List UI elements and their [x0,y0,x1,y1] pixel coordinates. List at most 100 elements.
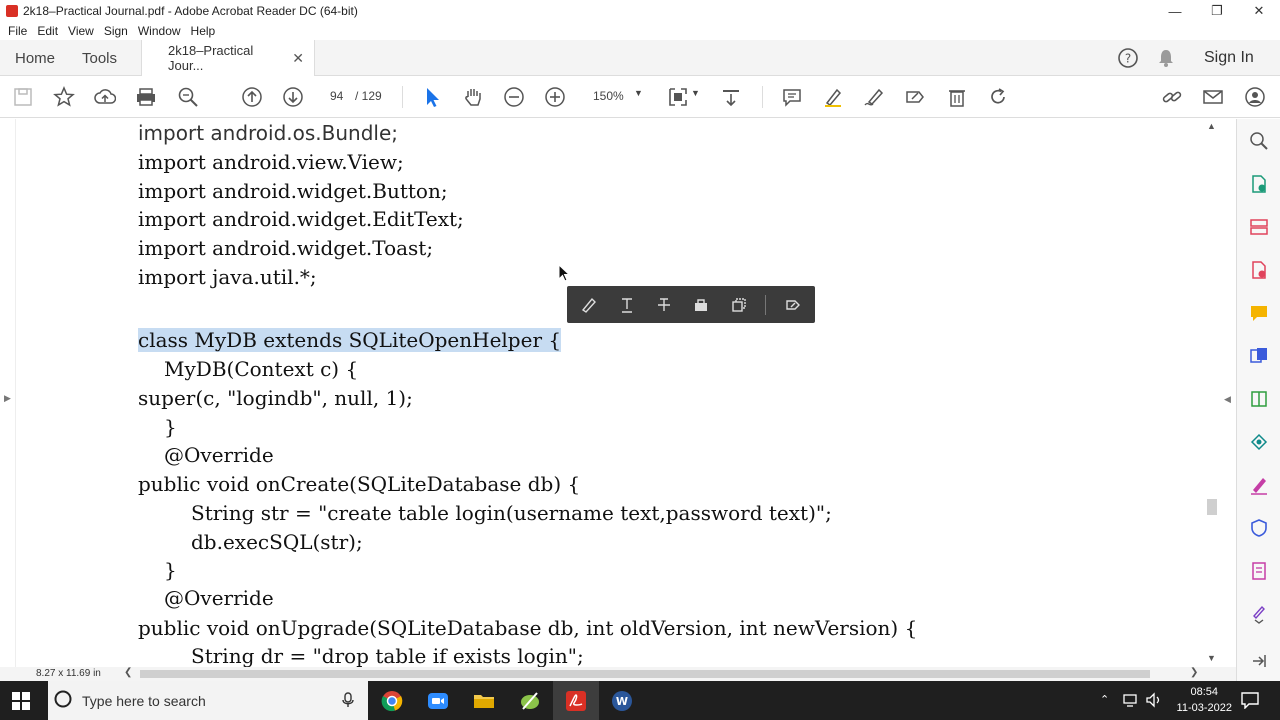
highlight-pen-icon[interactable] [821,85,845,109]
left-panel-toggle-icon[interactable]: ▶ [4,393,11,404]
system-clock[interactable]: 08:54 11-03-2022 [1177,684,1232,716]
svg-text:?: ? [1125,52,1131,66]
bookmark-star-icon[interactable] [52,85,76,109]
underline-text-icon[interactable] [616,294,638,316]
tab-bar: Home Tools 2k18–Practical Jour... ✕ ? Si… [0,40,1280,76]
tray-chevron-up-icon[interactable]: ⌃ [1100,693,1109,706]
acrobat-app-icon [6,5,18,17]
mouse-cursor-icon [558,263,571,287]
vertical-scrollbar[interactable]: ▲ ▼ [1203,119,1220,667]
scroll-up-icon[interactable]: ▲ [1207,121,1216,131]
strikethrough-text-icon[interactable] [653,294,675,316]
notifications-icon[interactable] [1240,691,1260,714]
more-tools-icon[interactable] [782,294,804,316]
page-fit-icon[interactable] [666,85,690,109]
code-line: } [164,415,177,439]
tab-home[interactable]: Home [15,40,55,76]
selected-code-line[interactable]: class MyDB extends SQLiteOpenHelper { [138,328,562,352]
scroll-right-icon[interactable]: ❯ [1190,667,1198,678]
upload-cloud-icon[interactable] [93,85,117,109]
more-tools-panel-icon[interactable] [1247,559,1271,583]
scroll-left-icon[interactable]: ❮ [124,667,132,678]
customize-pen-icon[interactable] [1247,602,1271,626]
sign-pen-icon[interactable] [862,85,886,109]
sign-in-button[interactable]: Sign In [1204,40,1254,76]
organize-pages-icon[interactable] [1247,215,1271,239]
zoom-in-icon[interactable] [543,85,567,109]
zoom-app-icon[interactable] [415,681,461,720]
restore-button[interactable]: ❐ [1196,0,1238,22]
microphone-icon[interactable] [342,692,354,711]
rotate-icon[interactable] [986,85,1010,109]
comment-icon[interactable] [780,85,804,109]
delete-icon[interactable] [945,85,969,109]
vertical-scroll-thumb[interactable] [1207,499,1217,515]
right-panel-toggle-icon[interactable]: ◀ [1224,394,1231,405]
toolbar-divider [762,86,763,108]
redact-text-icon[interactable] [690,294,712,316]
windows-start-icon[interactable] [12,692,30,715]
create-pdf-icon[interactable] [1247,258,1271,282]
help-icon[interactable]: ? [1117,40,1139,76]
collapse-panel-icon[interactable] [1247,649,1271,673]
fill-sign-panel-icon[interactable] [1247,473,1271,497]
export-pdf-icon[interactable] [1247,172,1271,196]
document-view[interactable]: import android.os.Bundle; import android… [16,119,1220,667]
tab-document[interactable]: 2k18–Practical Jour... ✕ [141,40,315,76]
share-user-icon[interactable] [1243,85,1267,109]
zoom-out-icon[interactable] [502,85,526,109]
file-explorer-icon[interactable] [461,681,507,720]
acrobat-taskbar-icon[interactable] [553,681,599,720]
hand-tool-icon[interactable] [461,85,485,109]
select-cursor-icon[interactable] [420,85,444,109]
right-tools-panel [1236,119,1280,681]
word-app-icon[interactable]: W [599,681,645,720]
menu-view[interactable]: View [68,24,94,38]
menu-window[interactable]: Window [138,24,181,38]
close-window-button[interactable]: ✕ [1238,0,1280,22]
minimize-button[interactable]: — [1154,0,1196,22]
comment-panel-icon[interactable] [1247,301,1271,325]
bell-icon[interactable] [1157,40,1175,76]
save-icon[interactable] [11,85,35,109]
left-panel-edge: ▶ [0,119,16,667]
combine-files-icon[interactable] [1247,344,1271,368]
fit-chevron-down-icon[interactable]: ▼ [691,88,700,98]
share-link-icon[interactable] [1160,85,1184,109]
search-zoom-icon[interactable] [176,85,200,109]
code-line: public void onUpgrade(SQLiteDatabase db,… [138,616,918,640]
zoom-chevron-down-icon[interactable]: ▼ [634,88,643,98]
taskbar-search-box[interactable]: Type here to search [48,681,368,720]
chrome-app-icon[interactable] [369,681,415,720]
close-tab-icon[interactable]: ✕ [292,50,304,67]
menu-edit[interactable]: Edit [37,24,58,38]
menu-file[interactable]: File [8,24,27,38]
paint-app-icon[interactable] [507,681,553,720]
menu-sign[interactable]: Sign [104,24,128,38]
volume-icon[interactable] [1145,692,1163,713]
print-icon[interactable] [134,85,158,109]
menu-help[interactable]: Help [191,24,216,38]
cortana-circle-icon [54,690,72,711]
protect-shield-icon[interactable] [1247,516,1271,540]
previous-page-icon[interactable] [240,85,264,109]
network-icon[interactable] [1122,692,1140,713]
horizontal-scroll-thumb[interactable] [140,670,1150,678]
next-page-icon[interactable] [281,85,305,109]
copy-text-icon[interactable] [728,294,750,316]
svg-text:W: W [616,695,628,708]
mail-icon[interactable] [1201,85,1225,109]
selection-context-toolbar [567,286,815,323]
send-review-icon[interactable] [1247,430,1271,454]
page-number-input[interactable]: 94 [330,89,343,103]
code-line: super(c, "logindb", null, 1); [138,386,413,410]
scroll-down-icon[interactable]: ▼ [1207,653,1216,663]
edit-pdf-icon[interactable] [1247,387,1271,411]
scroll-mode-icon[interactable] [719,85,743,109]
zoom-level-select[interactable]: 150% [593,89,624,103]
tab-tools[interactable]: Tools [82,40,117,76]
search-panel-icon[interactable] [1247,129,1271,153]
highlight-text-icon[interactable] [578,294,600,316]
code-line: import java.util.*; [138,265,317,289]
fill-sign-icon[interactable] [903,85,927,109]
